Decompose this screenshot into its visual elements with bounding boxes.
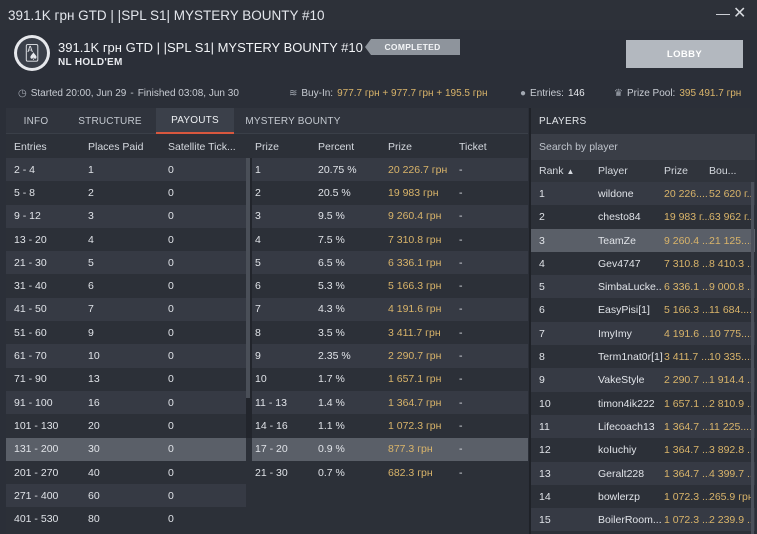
table-row[interactable]: 9 2.35 % 2 290.7 грн - (252, 344, 528, 368)
table-row[interactable]: 21 - 30 5 0 (6, 251, 246, 275)
window-title: 391.1K грн GTD | |SPL S1| MYSTERY BOUNTY… (8, 7, 325, 23)
table-row-selected[interactable]: 131 - 200 30 0 (6, 437, 246, 461)
lobby-button[interactable]: LOBBY (626, 40, 743, 68)
trophy-icon: ♛ (614, 88, 623, 99)
col-prize-place-header[interactable]: Prize (255, 136, 279, 158)
players-table: 1 wildone 20 226.... 52 620 г... 2 chesto84 1… (531, 182, 755, 532)
status-badge: COMPLETED (365, 39, 460, 55)
buyin-label: Buy-In: (301, 88, 334, 99)
table-row[interactable]: 91 - 100 16 0 (6, 390, 246, 415)
players-header-row: Rank ▲ Player Prize Bou... (531, 160, 755, 182)
player-row[interactable]: 5 SimbaLucke... 6 336.1 ... 9 000.8 ... (531, 275, 755, 299)
table-row[interactable]: 14 - 16 1.1 % 1 072.3 грн - (252, 414, 528, 438)
col-percent-header[interactable]: Percent (318, 136, 354, 158)
table-row[interactable]: 5 - 820 (6, 181, 246, 205)
sort-ascending-icon: ▲ (566, 167, 575, 176)
table-row[interactable]: 401 - 530 80 0 (6, 507, 246, 531)
table-row[interactable]: 71 - 90 13 0 (6, 367, 246, 391)
table-row[interactable]: 6 5.3 % 5 166.3 грн - (252, 274, 528, 298)
player-row[interactable]: 6 EasyPisi[1] 5 166.3 ... 11 684.... (531, 298, 755, 322)
tournament-title: 391.1K грн GTD | |SPL S1| MYSTERY BOUNTY… (58, 40, 363, 55)
game-type: NL HOLD'EM (58, 57, 123, 68)
table-row[interactable]: 31 - 40 6 0 (6, 274, 246, 298)
time-info: ◷ Started 20:00, Jun 29 - Finished 03:08… (18, 88, 239, 99)
prize-pool-info: ♛ Prize Pool: 395 491.7 грн (614, 88, 741, 99)
col-prize-header[interactable]: Prize (664, 165, 688, 177)
table-row[interactable]: 10 1.7 % 1 657.1 грн - (252, 367, 528, 391)
prize-pool-label: Prize Pool: (626, 88, 676, 99)
table-row[interactable]: 11 - 13 1.4 % 1 364.7 грн - (252, 390, 528, 415)
player-row[interactable]: 7 ImyImy 4 191.6 ... 10 775.... (531, 321, 755, 346)
table-row[interactable]: 1 20.75 % 20 226.7 грн - (252, 158, 528, 182)
window-titlebar: 391.1K грн GTD | |SPL S1| MYSTERY BOUNTY… (0, 0, 757, 30)
time-separator: - (130, 88, 134, 99)
prize-distribution-table: 1 20.75 % 20 226.7 грн - 2 20.5 % 19 983 грн -… (252, 158, 528, 485)
table-row[interactable]: 13 - 20 4 0 (6, 227, 246, 252)
player-row[interactable]: 12 koIuchiy 1 364.7 ... 3 892.8 ... (531, 438, 755, 462)
finished-text: Finished 03:08, Jun 30 (137, 88, 239, 99)
players-panel: PLAYERS Rank ▲ Player Prize Bou... 1wild… (529, 108, 755, 534)
entries-value: 146 (567, 88, 585, 99)
player-row[interactable]: 15 BoilerRoom... 1 072.3 ... 2 239.9 ... (531, 508, 755, 532)
tab-structure[interactable]: STRUCTURE (66, 108, 154, 134)
col-rank-header[interactable]: Rank ▲ (539, 165, 574, 177)
info-bar: ◷ Started 20:00, Jun 29 - Finished 03:08… (0, 80, 757, 106)
close-icon[interactable]: ✕ (733, 6, 747, 22)
players-scrollbar[interactable] (751, 182, 754, 534)
started-text: Started 20:00, Jun 29 (30, 88, 127, 99)
coins-icon: ≋ (289, 88, 298, 99)
table-row[interactable]: 51 - 60 9 0 (6, 321, 246, 345)
tab-payouts[interactable]: PAYOUTS (156, 108, 234, 134)
prize-pool-value: 395 491.7 грн (679, 88, 742, 99)
player-row[interactable]: 4 Gev4747 7 310.8 ... 8 410.3 ... (531, 251, 755, 276)
table-row[interactable]: 101 - 130 20 0 (6, 414, 246, 438)
table-row-selected[interactable]: 17 - 20 0.9 % 877.3 грн - (252, 437, 528, 461)
player-row-selected[interactable]: 3 TeamZe 9 260.4 ... 21 125.... (531, 228, 755, 252)
clock-icon: ◷ (18, 88, 27, 99)
col-bounty-header[interactable]: Bou... (709, 165, 736, 177)
table-row[interactable]: 41 - 50 7 0 (6, 297, 246, 322)
table-row[interactable]: 3 9.5 % 9 260.4 грн - (252, 204, 528, 228)
player-row[interactable]: 1 wildone 20 226.... 52 620 г... (531, 182, 755, 206)
table-row[interactable]: 21 - 30 0.7 % 682.3 грн - (252, 460, 528, 485)
payout-structure-table: 2 - 410 5 - 820 9 - 12 3 0 13 - 20 4 0 21 - … (6, 158, 246, 531)
col-player-header[interactable]: Player (598, 165, 628, 177)
table-row[interactable]: 2 20.5 % 19 983 грн - (252, 181, 528, 205)
cards-logo-icon: 🂡 (14, 35, 50, 71)
tab-info[interactable]: INFO (6, 108, 66, 134)
player-row[interactable]: 11 Lifecoach13 1 364.7 ... 11 225.... (531, 414, 755, 439)
player-row[interactable]: 2 chesto84 19 983 г... 63 962 г... (531, 205, 755, 229)
scrollbar-thumb[interactable] (246, 158, 250, 398)
minimize-icon[interactable]: — (716, 6, 730, 20)
table-row[interactable]: 9 - 12 3 0 (6, 204, 246, 228)
col-entries-header[interactable]: Entries (14, 136, 47, 158)
table-row[interactable]: 8 3.5 % 3 411.7 грн - (252, 321, 528, 345)
player-search-input[interactable] (531, 134, 755, 160)
player-row[interactable]: 10 timon4ik222 1 657.1 ... 2 810.9 ... (531, 391, 755, 415)
player-row[interactable]: 13 Geralt228 1 364.7 ... 4 399.7 ... (531, 461, 755, 485)
buyin-value: 977.7 грн + 977.7 грн + 195.5 грн (337, 88, 488, 99)
buyin-info: ≋ Buy-In: 977.7 грн + 977.7 грн + 195.5 … (289, 88, 487, 99)
person-icon: ● (520, 88, 527, 99)
player-row[interactable]: 14 bowlerzp 1 072.3 ... 265.9 грн (531, 484, 755, 509)
table-row[interactable]: 61 - 70 10 0 (6, 344, 246, 368)
table-row[interactable]: 5 6.5 % 6 336.1 грн - (252, 251, 528, 275)
entries-label: Entries: (530, 88, 564, 99)
col-prize-amount-header[interactable]: Prize (388, 136, 412, 158)
payouts-panel: INFO STRUCTURE PAYOUTS MYSTERY BOUNTY En… (6, 108, 528, 534)
table-row[interactable]: 7 4.3 % 4 191.6 грн - (252, 297, 528, 322)
table-row[interactable]: 4 7.5 % 7 310.8 грн - (252, 227, 528, 252)
col-satellite-header[interactable]: Satellite Tick... (168, 136, 236, 158)
entries-info: ● Entries: 146 (520, 88, 585, 99)
table-row[interactable]: 201 - 270 40 0 (6, 460, 246, 485)
player-row[interactable]: 8 Term1nat0r[1] 3 411.7 ... 10 335.... (531, 345, 755, 369)
table-row[interactable]: 2 - 410 (6, 158, 246, 182)
table-row[interactable]: 271 - 400 60 0 (6, 484, 246, 508)
player-row[interactable]: 9 VakeStyle 2 290.7 ... 1 914.4 ... (531, 368, 755, 392)
players-title: PLAYERS (539, 116, 587, 127)
col-places-paid-header[interactable]: Places Paid (88, 136, 143, 158)
col-ticket-header[interactable]: Ticket (459, 136, 487, 158)
tab-mystery-bounty[interactable]: MYSTERY BOUNTY (238, 108, 348, 134)
tab-bar: INFO STRUCTURE PAYOUTS MYSTERY BOUNTY (6, 108, 528, 134)
